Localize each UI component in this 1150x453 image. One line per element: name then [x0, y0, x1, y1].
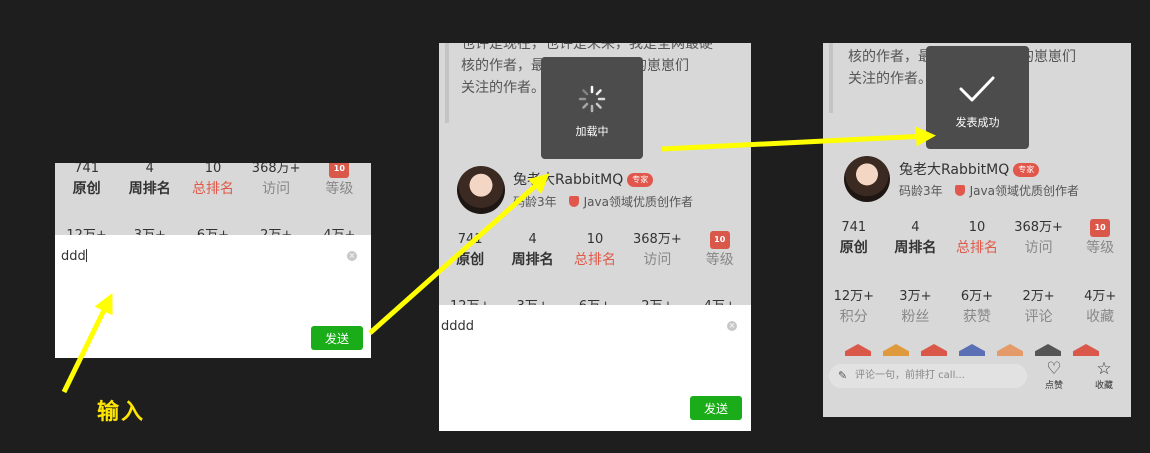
- arrow-to-input: [61, 293, 113, 394]
- arrow-to-loading: [368, 173, 550, 335]
- arrow-to-success: [661, 126, 936, 152]
- tutorial-stage: 741原创 4周排名 10总排名 368万+访问 10等级 12万+ 3万+ 6…: [0, 0, 1150, 453]
- annotation-arrows: [61, 126, 936, 394]
